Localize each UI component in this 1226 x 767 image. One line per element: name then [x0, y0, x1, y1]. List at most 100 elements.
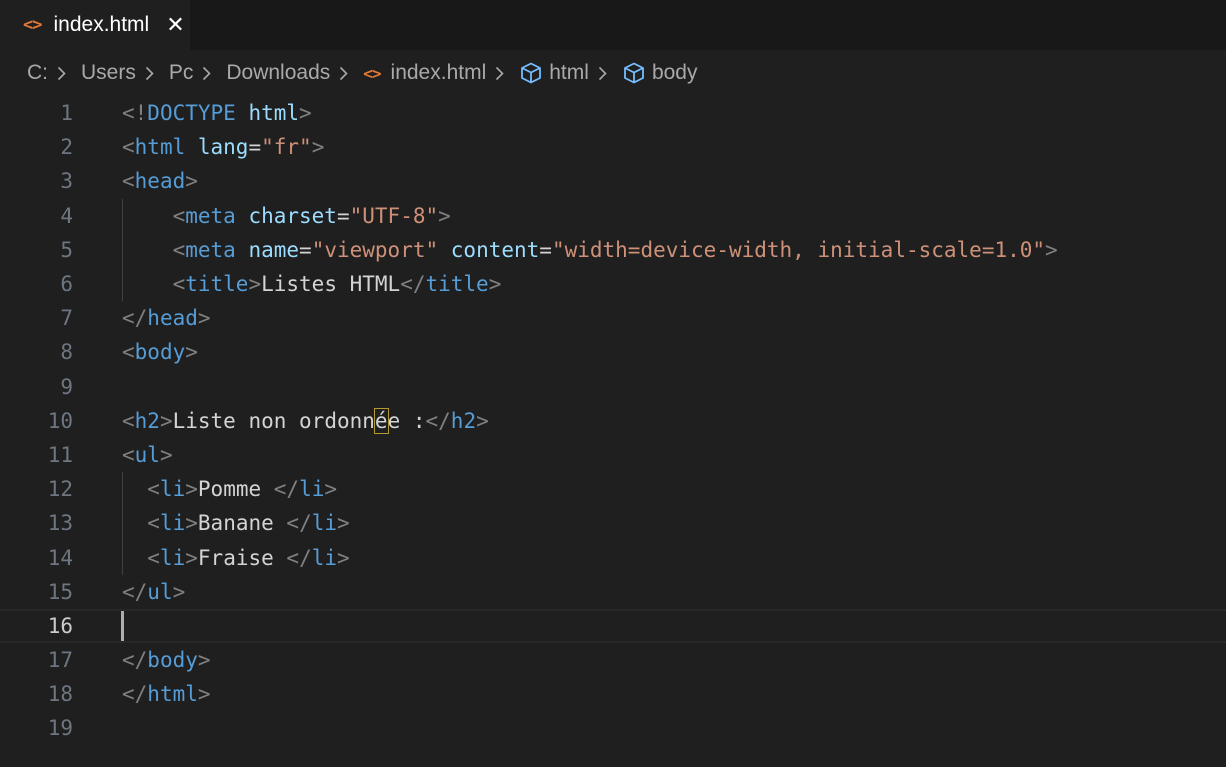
code-text: Banane: [197, 511, 287, 536]
code-punctuation: >: [197, 682, 211, 707]
code-punctuation: >: [172, 579, 186, 604]
code-attribute: lang: [197, 135, 249, 160]
line-number: 8: [60, 340, 73, 365]
code-punctuation: >: [337, 545, 350, 570]
breadcrumb-item-pc[interactable]: Pc: [169, 61, 194, 85]
code-punctuation: <: [147, 511, 160, 536]
html-file-icon: <>: [23, 15, 43, 35]
code-line[interactable]: 12 <li>Pomme </li>: [0, 472, 1226, 506]
code-punctuation: </: [122, 306, 148, 331]
code-line[interactable]: 19: [0, 711, 1226, 745]
breadcrumb-item-body[interactable]: body: [622, 61, 697, 85]
code-line[interactable]: 4 <meta charset="UTF-8">: [0, 199, 1226, 233]
chevron-right-icon: [339, 66, 354, 81]
tab-index-html[interactable]: <> index.html ✕: [0, 0, 190, 50]
code-line[interactable]: 10 <h2>Liste non ordonnée :</h2>: [0, 404, 1226, 438]
code-punctuation: <!: [122, 101, 148, 126]
line-number: 14: [47, 545, 73, 570]
code-content: </body>: [122, 648, 211, 672]
tab-label: index.html: [53, 13, 150, 36]
line-number: 12: [47, 477, 73, 502]
code-content: <meta charset="UTF-8">: [122, 204, 451, 228]
code-punctuation: </: [286, 511, 312, 536]
code-text: Fraise: [197, 545, 287, 570]
code-text: =: [336, 203, 350, 228]
code-punctuation: <: [122, 169, 135, 194]
code-line[interactable]: 1 <!DOCTYPE html>: [0, 96, 1226, 130]
line-number: 6: [60, 272, 73, 297]
code-line[interactable]: 9: [0, 370, 1226, 404]
code-punctuation: >: [185, 169, 198, 194]
breadcrumb-file-label: index.html: [390, 61, 487, 84]
code-content: <html lang="fr">: [122, 135, 324, 159]
line-number: 19: [47, 716, 73, 741]
code-tag-name: ul: [147, 579, 173, 604]
code-string: "UTF-8": [349, 203, 439, 228]
breadcrumb-item-drive[interactable]: C:: [27, 61, 48, 85]
code-content: <li>Pomme </li>: [122, 477, 337, 501]
code-line[interactable]: 2 <html lang="fr">: [0, 130, 1226, 164]
code-punctuation: </: [273, 477, 300, 502]
code-text: Pomme: [197, 477, 274, 502]
code-content: </html>: [122, 682, 211, 706]
line-number: 1: [60, 101, 73, 126]
code-punctuation: >: [185, 511, 198, 536]
tab-bar: <> index.html ✕: [0, 0, 1226, 50]
code-line[interactable]: 7 </head>: [0, 301, 1226, 335]
code-punctuation: <: [122, 442, 135, 467]
code-line[interactable]: 3 <head>: [0, 164, 1226, 198]
code-content: <body>: [122, 340, 198, 364]
line-number: 2: [60, 135, 73, 160]
code-editor[interactable]: 1 <!DOCTYPE html> 2 <html lang="fr"> 3 <head>…: [0, 96, 1226, 746]
code-text: =: [299, 237, 312, 262]
code-line[interactable]: 15 </ul>: [0, 575, 1226, 609]
code-content: </ul>: [122, 580, 185, 604]
code-line[interactable]: 18 </html>: [0, 677, 1226, 711]
code-tag-name: li: [299, 477, 325, 502]
breadcrumb-item-file[interactable]: <> index.html: [363, 61, 486, 85]
code-punctuation: >: [159, 442, 173, 467]
code-tag-name: body: [134, 340, 186, 365]
code-line[interactable]: 5 <meta name="viewport" content="width=d…: [0, 233, 1226, 267]
line-number: 4: [60, 203, 73, 228]
code-tag-name: head: [134, 169, 186, 194]
chevron-right-icon: [598, 66, 613, 81]
line-number: 17: [47, 648, 73, 673]
code-attribute: charset: [248, 203, 337, 228]
code-punctuation: <: [172, 272, 186, 297]
breadcrumb: C: Users Pc Downloads <> index.html html…: [0, 50, 1226, 96]
line-number: 7: [60, 306, 73, 331]
code-punctuation: >: [197, 648, 211, 673]
chevron-right-icon: [495, 66, 510, 81]
code-string: "viewport": [311, 237, 439, 262]
code-tag-name: ul: [134, 442, 160, 467]
code-punctuation: </: [122, 682, 148, 707]
code-punctuation: >: [311, 135, 325, 160]
code-line[interactable]: 14 <li>Fraise </li>: [0, 540, 1226, 574]
code-tag-name: title: [425, 272, 489, 297]
code-line[interactable]: 17 </body>: [0, 643, 1226, 677]
code-line[interactable]: 16: [0, 608, 1226, 643]
line-number: 15: [47, 579, 73, 604]
breadcrumb-item-users[interactable]: Users: [81, 61, 136, 85]
close-icon[interactable]: ✕: [166, 14, 184, 36]
line-number: 10: [47, 408, 73, 433]
code-punctuation: <: [122, 135, 135, 160]
code-line[interactable]: 6 <title>Listes HTML</title>: [0, 267, 1226, 301]
code-content: <li>Fraise </li>: [122, 545, 350, 570]
code-line[interactable]: 8 <body>: [0, 335, 1226, 369]
code-line[interactable]: 11 <ul>: [0, 438, 1226, 472]
code-content: </head>: [122, 306, 211, 330]
code-content: <ul>: [122, 443, 173, 467]
code-string: "width=device-width, initial-scale=1.0": [551, 237, 1046, 262]
code-line[interactable]: 13 <li>Banane </li>: [0, 506, 1226, 540]
line-number: 11: [47, 442, 73, 467]
code-punctuation: >: [185, 545, 198, 570]
code-tag-name: title: [185, 272, 249, 297]
breadcrumb-item-html[interactable]: html: [519, 61, 589, 85]
html-file-icon: <>: [363, 63, 381, 83]
breadcrumb-item-downloads[interactable]: Downloads: [226, 61, 330, 85]
line-number: 13: [47, 511, 73, 536]
